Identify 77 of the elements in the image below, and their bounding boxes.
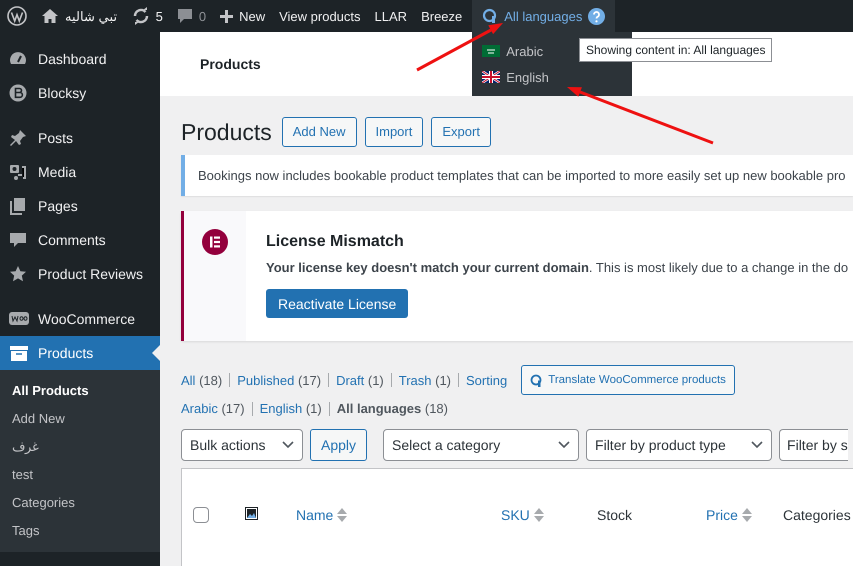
language-icon [530, 374, 544, 386]
admin-bar-link[interactable]: Breeze [414, 0, 470, 32]
status-filter-link[interactable]: Published (17) [237, 372, 322, 388]
site-name-link[interactable]: تبي شاليه [65, 8, 118, 24]
sidebar-item[interactable]: Products [0, 336, 160, 370]
filter-dropdown[interactable]: Filter by s [779, 429, 848, 461]
column-header: Categories [783, 507, 852, 523]
sort-icon [337, 508, 348, 522]
language-option[interactable]: English [506, 70, 549, 84]
pin-icon [9, 129, 29, 147]
flag-icon[interactable] [482, 45, 500, 57]
elementor-logo-icon [202, 229, 228, 255]
language-filter-link[interactable]: Arabic (17) [181, 401, 245, 416]
new-link[interactable]: New [239, 8, 266, 24]
column-header-link[interactable]: SKU [501, 507, 597, 523]
woo-icon [9, 310, 29, 328]
flag-icon[interactable] [482, 71, 500, 83]
page-action-button[interactable]: Export [431, 117, 491, 147]
submenu-item[interactable]: Categories [0, 489, 160, 517]
tooltip: Showing content in: All languages [579, 38, 772, 62]
reactivate-button[interactable]: Reactivate License [266, 289, 408, 318]
image-icon [245, 507, 258, 520]
sidebar-item[interactable]: Media [0, 155, 160, 189]
select-all-checkbox[interactable] [193, 507, 209, 523]
sidebar-item[interactable]: Blocksy [0, 76, 160, 110]
column-header-link[interactable]: Name [296, 507, 501, 523]
status-filter-link[interactable]: Trash (1) [398, 372, 452, 388]
notice-title: License Mismatch [266, 233, 405, 251]
language-option[interactable]: Arabic [506, 44, 544, 58]
comment-icon [9, 231, 29, 249]
sidebar-item[interactable]: Dashboard [0, 42, 160, 76]
wordpress-logo-icon[interactable] [7, 6, 27, 26]
submenu-item[interactable]: test [0, 461, 160, 489]
language-icon[interactable] [482, 8, 498, 24]
admin-bar-link[interactable]: LLAR [368, 0, 414, 32]
blocksy-icon [9, 84, 29, 102]
archive-icon [9, 344, 29, 362]
status-filter-link[interactable]: Sorting [466, 372, 508, 388]
notice-message: Your license key doesn't match your current domain. This is most likely due to a change in the do [266, 260, 848, 275]
page-action-button[interactable]: Add New [282, 117, 357, 147]
updates-icon[interactable] [132, 7, 150, 25]
status-filter-link[interactable]: Draft (1) [336, 372, 384, 388]
page-title: Products [181, 118, 272, 146]
page-action-button[interactable]: Import [364, 117, 424, 147]
column-header-link[interactable]: Price [706, 507, 783, 523]
submenu-item[interactable]: Add New [0, 405, 160, 433]
filter-dropdown[interactable]: Filter by product type [586, 429, 772, 461]
sort-icon [534, 508, 544, 522]
sidebar-item[interactable]: WooCommerce [0, 302, 160, 336]
caret-icon [558, 441, 570, 449]
language-filter-link[interactable]: All languages (18) [336, 401, 448, 416]
comment-icon[interactable] [176, 8, 193, 24]
help-icon[interactable] [588, 8, 606, 24]
info-notice: Bookings now includes bookable product templates that can be imported to more easily set up new bookable pro [181, 155, 853, 196]
submenu-item[interactable]: Tags [0, 517, 160, 545]
home-icon[interactable] [41, 8, 59, 24]
sidebar-item[interactable]: Product Reviews [0, 257, 160, 291]
updates-count[interactable]: 5 [156, 8, 163, 24]
caret-icon [282, 441, 294, 449]
status-filter-link[interactable]: All (18) [181, 372, 222, 388]
submenu-item[interactable]: غرف [0, 433, 160, 461]
bulk-actions-dropdown[interactable]: Bulk actions [181, 429, 303, 461]
filter-dropdown[interactable]: Select a category [383, 429, 580, 461]
sidebar-item[interactable]: Comments [0, 223, 160, 257]
plus-icon[interactable] [220, 10, 234, 22]
comments-count[interactable]: 0 [198, 8, 206, 24]
submenu-item[interactable]: All Products [0, 377, 160, 405]
sort-icon [742, 508, 752, 522]
sidebar-item[interactable]: Posts [0, 121, 160, 155]
caret-icon [751, 441, 764, 449]
column-header: Stock [597, 507, 634, 523]
sidebar-item[interactable]: Pages [0, 189, 160, 223]
translate-button[interactable]: Translate WooCommerce products [521, 365, 735, 395]
admin-bar-link[interactable]: View products [272, 0, 368, 32]
apply-button[interactable]: Apply [310, 429, 368, 461]
language-filter-link[interactable]: English (1) [260, 401, 322, 416]
media-icon [9, 163, 29, 181]
